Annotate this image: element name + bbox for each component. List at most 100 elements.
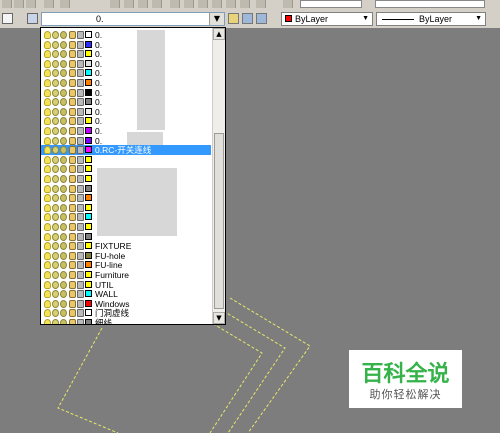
bulb-icon[interactable] [44,184,51,193]
lock-icon[interactable] [69,309,76,318]
viewport-freeze-icon[interactable] [60,155,67,164]
toolbar-icon[interactable] [184,0,194,8]
freeze-icon[interactable] [52,290,59,299]
freeze-icon[interactable] [52,40,59,49]
layer-color-swatch[interactable] [85,271,92,278]
lock-icon[interactable] [69,175,76,183]
bulb-icon[interactable] [44,261,51,270]
freeze-icon[interactable] [52,213,59,222]
plot-icon[interactable] [77,223,84,231]
zoom-icon[interactable] [138,0,148,8]
layer-row[interactable] [41,222,211,232]
freeze-icon[interactable] [52,79,59,87]
freeze-icon[interactable] [52,155,59,164]
layer-row[interactable]: UTIL [41,280,211,290]
viewport-freeze-icon[interactable] [60,223,67,231]
layer-row[interactable]: 0. [41,78,211,88]
layer-color-swatch[interactable] [85,232,92,240]
viewport-freeze-icon[interactable] [60,59,67,68]
lock-icon[interactable] [69,40,76,49]
bulb-icon[interactable] [44,79,51,87]
freeze-icon[interactable] [52,232,59,241]
layer-color-swatch[interactable] [85,79,92,86]
viewport-freeze-icon[interactable] [60,146,67,155]
layer-color-swatch[interactable] [85,165,92,173]
layer-color-swatch[interactable] [85,319,92,324]
plot-icon[interactable] [77,107,84,116]
plot-icon[interactable] [77,117,84,126]
plot-icon[interactable] [77,271,84,279]
layer-color-swatch[interactable] [85,290,92,298]
freeze-icon[interactable] [52,127,59,135]
layer-color-swatch[interactable] [85,280,92,288]
plot-icon[interactable] [77,50,84,59]
layer-row[interactable]: 细线 [41,318,211,324]
plot-icon[interactable] [77,213,84,222]
bulb-icon[interactable] [44,107,51,116]
bulb-icon[interactable] [44,223,51,231]
viewport-freeze-icon[interactable] [60,242,67,251]
plot-icon[interactable] [77,79,84,87]
toolbar-icon[interactable] [240,0,250,8]
layer-color-swatch[interactable] [85,175,92,182]
bulb-icon[interactable] [44,213,51,222]
lock-icon[interactable] [69,299,76,308]
layer-row[interactable]: FU-line [41,260,211,270]
freeze-icon[interactable] [52,309,59,318]
plot-icon[interactable] [77,69,84,78]
lock-icon[interactable] [69,213,76,222]
zoom-icon[interactable] [124,0,134,8]
layer-dropdown-list[interactable]: 0. 0. 0. 0. 0. 0. 0. 0. 0. 0. 0. 0. 0.RC-开关连线 FIXTURE… [40,27,226,325]
viewport-freeze-icon[interactable] [60,117,67,126]
layer-color-swatch[interactable] [85,88,92,96]
scroll-thumb[interactable] [214,133,224,309]
bulb-icon[interactable] [44,165,51,174]
layer-row[interactable]: 0. [41,30,211,40]
bulb-icon[interactable] [44,146,51,155]
bulb-icon[interactable] [44,194,51,203]
layer-row[interactable] [41,184,211,194]
layer-color-swatch[interactable] [85,299,92,307]
layer-row[interactable] [41,174,211,184]
layer-row[interactable] [41,193,211,203]
plot-icon[interactable] [77,261,84,270]
bulb-icon[interactable] [44,155,51,164]
zoom-icon[interactable] [152,0,162,8]
bulb-icon[interactable] [44,280,51,289]
viewport-freeze-icon[interactable] [60,194,67,203]
layer-row[interactable]: 0. [41,107,211,117]
freeze-icon[interactable] [52,31,59,39]
toolbar-icon[interactable] [26,0,36,8]
lock-icon[interactable] [69,251,76,260]
viewport-freeze-icon[interactable] [60,280,67,289]
lock-icon[interactable] [69,194,76,203]
freeze-icon[interactable] [52,271,59,279]
lock-icon[interactable] [69,290,76,299]
layer-row[interactable] [41,212,211,222]
lock-icon[interactable] [69,107,76,116]
layer-color-swatch[interactable] [85,146,92,154]
plot-icon[interactable] [77,299,84,308]
bulb-icon[interactable] [44,319,51,324]
freeze-icon[interactable] [52,223,59,231]
plot-icon[interactable] [77,194,84,203]
bulb-icon[interactable] [44,299,51,308]
plot-icon[interactable] [77,251,84,260]
layer-dropdown-combo[interactable]: 0. ▼ [41,12,225,26]
chevron-down-icon[interactable]: ▼ [209,13,224,25]
plot-icon[interactable] [77,290,84,299]
lock-icon[interactable] [69,127,76,135]
layer-color-swatch[interactable] [85,59,92,67]
plot-icon[interactable] [77,98,84,107]
viewport-freeze-icon[interactable] [60,40,67,49]
bulb-icon[interactable] [44,88,51,97]
plot-icon[interactable] [77,40,84,49]
layer-row[interactable]: 0. [41,88,211,98]
lock-icon[interactable] [69,88,76,97]
freeze-icon[interactable] [52,146,59,155]
viewport-freeze-icon[interactable] [60,251,67,260]
layer-row[interactable]: 0. [41,97,211,107]
toolbar-icon[interactable] [14,0,24,8]
plot-icon[interactable] [77,31,84,39]
layer-color-swatch[interactable] [85,136,92,144]
